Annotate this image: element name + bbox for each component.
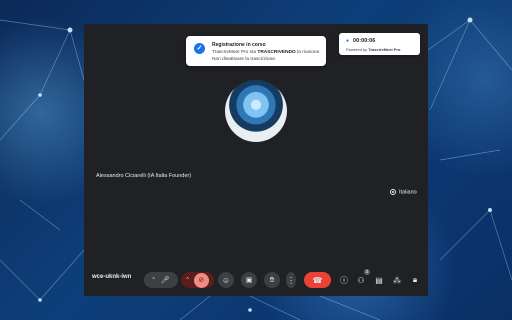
participant-name: Alessandro Ciciarelli (IA Italia Founder… xyxy=(96,173,192,179)
camera-off-icon: ⊘ xyxy=(193,272,209,288)
people-icon: ⚇ xyxy=(357,275,365,285)
more-options-icon: ⋮ xyxy=(287,275,295,285)
host-controls-icon: 🔒︎ xyxy=(412,275,418,284)
host-controls-button[interactable]: 🔒︎ xyxy=(409,274,421,286)
more-options-button[interactable]: ⋮ xyxy=(286,272,296,288)
present-icon: ▣ xyxy=(245,277,253,284)
end-call-button[interactable]: ☎︎ xyxy=(304,272,331,288)
camera-button[interactable]: ^ ⊘ xyxy=(181,272,214,288)
activities-button[interactable]: ⁂ xyxy=(391,274,403,286)
activities-icon: ⁂ xyxy=(393,275,401,285)
notification-line2: Non disattivare la trascrizione. xyxy=(212,57,277,62)
record-dot-icon: ● xyxy=(346,38,350,44)
check-icon: ✓ xyxy=(194,43,205,54)
present-button[interactable]: ▣ xyxy=(241,272,257,288)
mic-icon: 🎤︎ xyxy=(160,277,170,284)
meet-window: ✓ Registrazione in corso TrascrivMeet Pr… xyxy=(84,24,428,296)
captions-language[interactable]: Italiano xyxy=(390,189,417,195)
info-icon: ⓘ xyxy=(340,275,348,285)
participants-count-badge: 3 xyxy=(364,269,370,275)
end-call-icon: ☎︎ xyxy=(312,275,323,285)
powered-brand: TrascrivMeet Pro xyxy=(368,47,401,52)
bottom-toolbar: wce-uknk-iwn ^ 🎤︎ ^ ⊘ ☺ ▣ ✋︎ ⋮ ☎︎ ⓘ ⚇ 3 … xyxy=(84,268,428,290)
mic-button[interactable]: ^ 🎤︎ xyxy=(144,272,178,288)
powered-by: Powered by TrascrivMeet Pro xyxy=(346,47,400,52)
recording-notification: ✓ Registrazione in corso TrascrivMeet Pr… xyxy=(186,36,326,66)
notification-line1-bold: TRASCRIVENDO xyxy=(257,50,296,55)
chevron-up-icon: ^ xyxy=(186,277,189,283)
raise-hand-button[interactable]: ✋︎ xyxy=(264,272,280,288)
powered-prefix: Powered by xyxy=(346,47,369,52)
notification-line1-prefix: TrascrivMeet Pro sta xyxy=(212,50,258,55)
participant-avatar xyxy=(225,80,287,142)
notification-line1: TrascrivMeet Pro sta TRASCRIVENDO la riu… xyxy=(212,50,321,55)
notification-title: Registrazione in corso xyxy=(212,42,266,48)
closed-captions-icon xyxy=(390,189,396,195)
recording-timer: ● 00:00:06 Powered by TrascrivMeet Pro xyxy=(339,33,420,55)
chat-icon: ▤ xyxy=(375,275,383,285)
timer-value: 00:00:06 xyxy=(353,38,376,44)
people-button[interactable]: ⚇ xyxy=(355,274,367,286)
emoji-button[interactable]: ☺ xyxy=(218,272,234,288)
info-button[interactable]: ⓘ xyxy=(338,274,350,286)
notification-line1-suffix: la riunione. xyxy=(295,50,321,55)
captions-language-label: Italiano xyxy=(399,189,417,196)
chat-button[interactable]: ▤ xyxy=(373,274,385,286)
meeting-code: wce-uknk-iwn xyxy=(92,274,132,280)
emoji-icon: ☺ xyxy=(221,275,231,285)
chevron-up-icon: ^ xyxy=(152,277,155,283)
raise-hand-icon: ✋︎ xyxy=(269,275,275,284)
